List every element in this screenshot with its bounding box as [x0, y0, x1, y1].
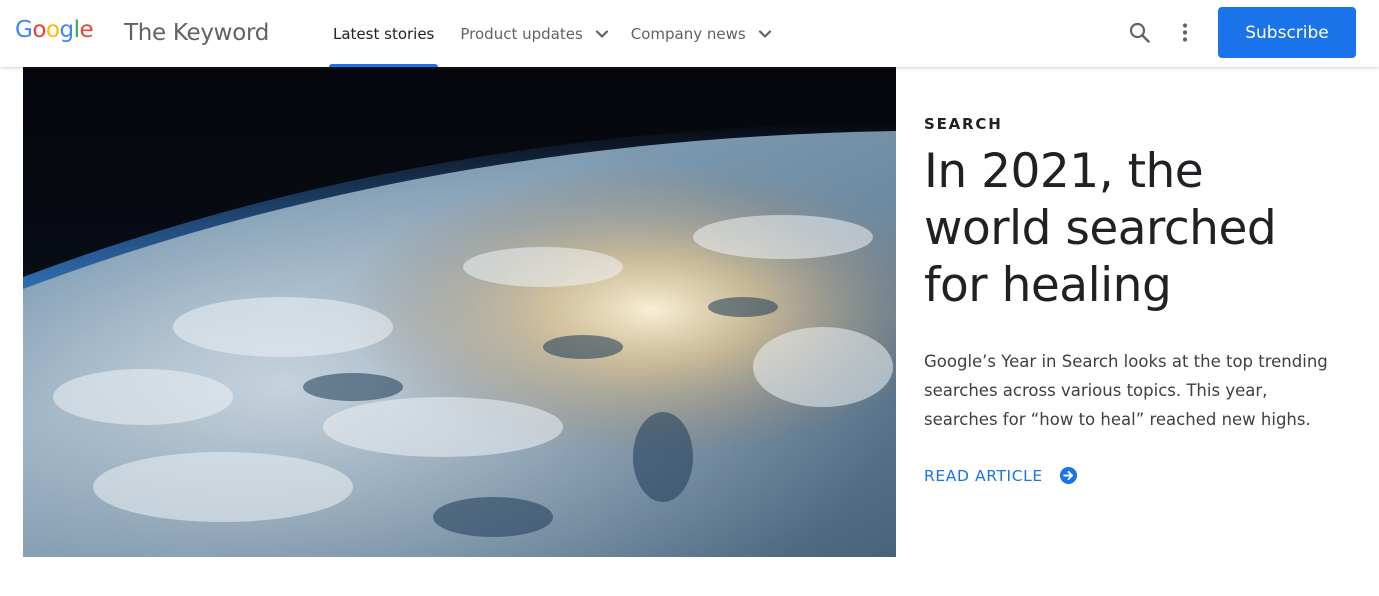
earth-from-orbit-image	[23, 67, 896, 557]
logo-letter: g	[59, 17, 74, 43]
nav-label: Company news	[630, 24, 746, 43]
logo-letter: o	[45, 17, 60, 43]
hero-image[interactable]	[23, 67, 896, 557]
logo-letter: e	[79, 17, 94, 43]
nav-latest-stories[interactable]: Latest stories	[329, 0, 439, 67]
site-header: Google The Keyword Latest stories Produc…	[0, 0, 1379, 67]
main-nav: Latest stories Product updates Company n…	[329, 0, 794, 67]
read-article-label: READ ARTICLE	[924, 466, 1043, 485]
search-icon[interactable]	[1127, 20, 1153, 46]
chevron-down-icon	[595, 29, 608, 38]
nav-label: Latest stories	[333, 24, 435, 43]
nav-product-updates[interactable]: Product updates	[460, 0, 608, 67]
google-logo[interactable]: Google	[15, 15, 94, 45]
logo-letter: G	[15, 17, 33, 43]
more-vert-icon[interactable]	[1174, 20, 1196, 46]
site-name-link[interactable]: The Keyword	[124, 17, 269, 49]
read-article-link[interactable]: READ ARTICLE	[924, 466, 1078, 485]
nav-label: Product updates	[460, 24, 583, 43]
story-category[interactable]: SEARCH	[924, 113, 1344, 135]
arrow-right-circle-icon	[1059, 466, 1077, 485]
subscribe-button[interactable]: Subscribe	[1218, 7, 1356, 58]
featured-story: SEARCH In 2021, the world searched for h…	[924, 113, 1344, 486]
story-summary: Google’s Year in Search looks at the top…	[924, 352, 1328, 429]
chevron-down-icon	[758, 29, 771, 38]
story-headline[interactable]: In 2021, the world searched for healing	[924, 143, 1344, 314]
logo-letter: o	[32, 17, 46, 43]
nav-company-news[interactable]: Company news	[631, 0, 772, 67]
